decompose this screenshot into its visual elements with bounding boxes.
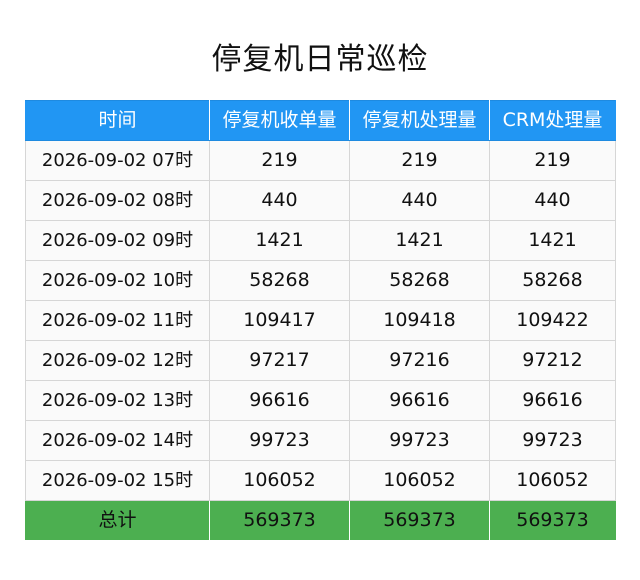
header-row: 时间 停复机收单量 停复机处理量 CRM处理量 <box>25 100 616 141</box>
crm-processed-count-cell: 97212 <box>489 340 616 381</box>
processed-count-cell: 97216 <box>349 340 490 381</box>
total-processed-count: 569373 <box>349 500 490 541</box>
time-cell: 2026-09-02 13时 <box>25 380 210 421</box>
header-crm-processed-count: CRM处理量 <box>489 100 616 141</box>
table-footer: 总计 569373 569373 569373 <box>25 500 616 541</box>
table-row: 2026-09-02 13时 96616 96616 96616 <box>25 380 616 421</box>
received-count-cell: 440 <box>209 180 350 221</box>
received-count-cell: 219 <box>209 140 350 181</box>
time-cell: 2026-09-02 07时 <box>25 140 210 181</box>
processed-count-cell: 96616 <box>349 380 490 421</box>
table-row: 2026-09-02 07时 219 219 219 <box>25 140 616 181</box>
time-cell: 2026-09-02 09时 <box>25 220 210 261</box>
table-row: 2026-09-02 10时 58268 58268 58268 <box>25 260 616 301</box>
table-header: 时间 停复机收单量 停复机处理量 CRM处理量 <box>25 100 616 141</box>
time-cell: 2026-09-02 10时 <box>25 260 210 301</box>
received-count-cell: 1421 <box>209 220 350 261</box>
time-cell: 2026-09-02 12时 <box>25 340 210 381</box>
processed-count-cell: 99723 <box>349 420 490 461</box>
header-processed-count: 停复机处理量 <box>349 100 490 141</box>
time-cell: 2026-09-02 14时 <box>25 420 210 461</box>
total-label: 总计 <box>25 500 210 541</box>
crm-processed-count-cell: 58268 <box>489 260 616 301</box>
crm-processed-count-cell: 1421 <box>489 220 616 261</box>
received-count-cell: 58268 <box>209 260 350 301</box>
table-row: 2026-09-02 11时 109417 109418 109422 <box>25 300 616 341</box>
total-crm-processed-count: 569373 <box>489 500 616 541</box>
crm-processed-count-cell: 109422 <box>489 300 616 341</box>
inspection-table: 时间 停复机收单量 停复机处理量 CRM处理量 2026-09-02 07时 21… <box>25 100 616 541</box>
header-received-count: 停复机收单量 <box>209 100 350 141</box>
table-row: 2026-09-02 15时 106052 106052 106052 <box>25 460 616 501</box>
table-row: 2026-09-02 14时 99723 99723 99723 <box>25 420 616 461</box>
processed-count-cell: 58268 <box>349 260 490 301</box>
crm-processed-count-cell: 106052 <box>489 460 616 501</box>
table-body: 2026-09-02 07时 219 219 219 2026-09-02 08时 440… <box>25 140 616 501</box>
time-cell: 2026-09-02 08时 <box>25 180 210 221</box>
crm-processed-count-cell: 440 <box>489 180 616 221</box>
processed-count-cell: 109418 <box>349 300 490 341</box>
header-time: 时间 <box>25 100 210 141</box>
processed-count-cell: 219 <box>349 140 490 181</box>
crm-processed-count-cell: 99723 <box>489 420 616 461</box>
total-row: 总计 569373 569373 569373 <box>25 500 616 541</box>
crm-processed-count-cell: 219 <box>489 140 616 181</box>
received-count-cell: 99723 <box>209 420 350 461</box>
table-row: 2026-09-02 09时 1421 1421 1421 <box>25 220 616 261</box>
time-cell: 2026-09-02 11时 <box>25 300 210 341</box>
page-title: 停复机日常巡检 <box>211 42 429 78</box>
processed-count-cell: 1421 <box>349 220 490 261</box>
time-cell: 2026-09-02 15时 <box>25 460 210 501</box>
received-count-cell: 96616 <box>209 380 350 421</box>
received-count-cell: 97217 <box>209 340 350 381</box>
table-row: 2026-09-02 12时 97217 97216 97212 <box>25 340 616 381</box>
crm-processed-count-cell: 96616 <box>489 380 616 421</box>
processed-count-cell: 440 <box>349 180 490 221</box>
received-count-cell: 109417 <box>209 300 350 341</box>
total-received-count: 569373 <box>209 500 350 541</box>
received-count-cell: 106052 <box>209 460 350 501</box>
processed-count-cell: 106052 <box>349 460 490 501</box>
table-row: 2026-09-02 08时 440 440 440 <box>25 180 616 221</box>
